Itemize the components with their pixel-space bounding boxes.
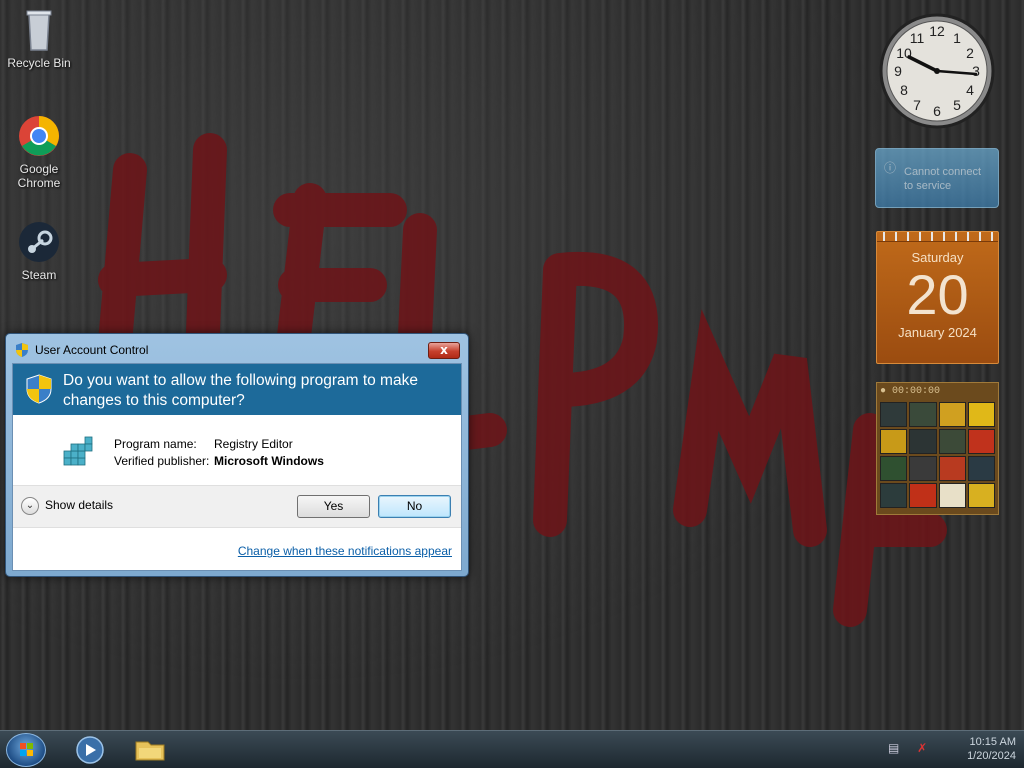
show-details-label: Show details	[45, 498, 114, 513]
show-details-toggle[interactable]: ⌄ Show details	[21, 497, 113, 515]
close-icon: x	[440, 343, 448, 357]
taskbar-clock[interactable]: 10:15 AM 1/20/2024	[967, 735, 1016, 763]
gadget-notice-text: Cannot connect to service	[904, 166, 982, 192]
puzzle-tile[interactable]	[880, 483, 908, 508]
folder-icon	[135, 741, 165, 761]
puzzle-tile[interactable]	[967, 402, 995, 427]
program-name-label: Program name:	[114, 437, 197, 451]
start-button[interactable]	[6, 733, 46, 767]
uac-footer: ⌄ Show details Yes No	[13, 486, 461, 528]
puzzle-tile[interactable]	[880, 456, 908, 481]
calendar-rings	[877, 232, 998, 242]
clock-numeral: 3	[972, 63, 980, 79]
puzzle-tile[interactable]	[938, 402, 966, 427]
steam-icon	[15, 218, 63, 266]
desktop-icon-label: Google Chrome	[17, 162, 61, 190]
uac-content: Do you want to allow the following progr…	[12, 363, 462, 571]
puzzle-tile[interactable]	[880, 429, 908, 454]
puzzle-tile[interactable]	[938, 429, 966, 454]
puzzle-tile[interactable]	[909, 429, 937, 454]
clock-numeral: 7	[913, 97, 921, 113]
uac-question: Do you want to allow the following progr…	[63, 372, 418, 409]
taskbar-media-player[interactable]	[62, 734, 118, 766]
clock-numeral: 8	[900, 82, 908, 98]
chrome-icon	[15, 112, 63, 160]
clock-gadget[interactable]: 12 1 2 3 4 5 6 7 8 9 10 11	[876, 12, 998, 130]
clock-numeral: 6	[933, 103, 941, 119]
volume-muted-icon[interactable]: ✗	[917, 741, 927, 755]
clock-numeral: 11	[910, 30, 925, 46]
puzzle-timer: ● 00:00:00	[880, 386, 941, 397]
publisher-value: Microsoft Windows	[214, 454, 324, 468]
change-notifications-link[interactable]: Change when these notifications appear	[238, 544, 452, 558]
taskbar-time: 10:15 AM	[969, 736, 1016, 748]
network-icon[interactable]: ▤	[888, 741, 899, 755]
system-tray-icons: ▤ ✗	[888, 741, 927, 755]
clock-numeral: 1	[953, 30, 961, 46]
program-info: Program name: Registry Editor Verified p…	[13, 415, 461, 486]
publisher-label: Verified publisher:	[114, 454, 210, 468]
puzzle-tile[interactable]	[967, 456, 995, 481]
puzzle-tile[interactable]	[909, 483, 937, 508]
chevron-down-icon: ⌄	[21, 497, 39, 515]
clock-numeral: 12	[929, 23, 945, 39]
windows-logo-icon	[20, 743, 33, 756]
calendar-day-number: 20	[906, 263, 969, 326]
close-button[interactable]: x	[428, 342, 460, 359]
weather-gadget[interactable]: ⓘ Cannot connect to service	[875, 148, 999, 208]
uac-titlebar[interactable]: User Account Control x	[6, 334, 468, 362]
info-icon: ⓘ	[884, 161, 897, 175]
desktop-icon-google-chrome[interactable]: Google Chrome	[1, 112, 77, 190]
desktop-icon-label: Steam	[21, 268, 57, 282]
uac-title: User Account Control	[35, 343, 149, 357]
puzzle-tile[interactable]	[938, 456, 966, 481]
uac-header: Do you want to allow the following progr…	[13, 364, 461, 415]
picture-puzzle-gadget[interactable]: ● 00:00:00	[876, 382, 999, 515]
yes-button[interactable]: Yes	[297, 495, 370, 518]
desktop-icon-label: Recycle Bin	[7, 56, 71, 70]
clock-numeral: 9	[894, 63, 902, 79]
puzzle-tile[interactable]	[967, 483, 995, 508]
uac-shield-icon	[26, 374, 52, 404]
puzzle-grid	[880, 402, 995, 508]
uac-dialog: User Account Control x Do you want to al…	[5, 333, 469, 577]
taskbar-date: 1/20/2024	[967, 750, 1016, 762]
uac-shield-icon	[16, 343, 28, 357]
recycle-bin-icon	[15, 6, 63, 54]
puzzle-tile[interactable]	[967, 429, 995, 454]
desktop-icon-recycle-bin[interactable]: Recycle Bin	[1, 6, 77, 70]
puzzle-tile[interactable]	[909, 402, 937, 427]
taskbar: ▤ ✗ 10:15 AM 1/20/2024	[0, 730, 1024, 768]
taskbar-windows-explorer[interactable]	[122, 734, 178, 766]
clock-numeral: 2	[966, 45, 974, 61]
puzzle-tile[interactable]	[880, 402, 908, 427]
media-player-icon	[76, 736, 104, 764]
calendar-gadget[interactable]: Saturday 20 January 2024	[876, 231, 999, 364]
puzzle-tile[interactable]	[938, 483, 966, 508]
puzzle-timer-text: 00:00:00	[892, 386, 941, 397]
desktop-icon-steam[interactable]: Steam	[1, 218, 77, 282]
clock-numeral: 4	[966, 82, 974, 98]
calendar-month-year: January 2024	[898, 325, 977, 340]
no-button[interactable]: No	[378, 495, 451, 518]
program-name-value: Registry Editor	[214, 437, 293, 451]
registry-editor-icon	[63, 436, 93, 466]
clock-numeral: 5	[953, 97, 961, 113]
puzzle-tile[interactable]	[909, 456, 937, 481]
